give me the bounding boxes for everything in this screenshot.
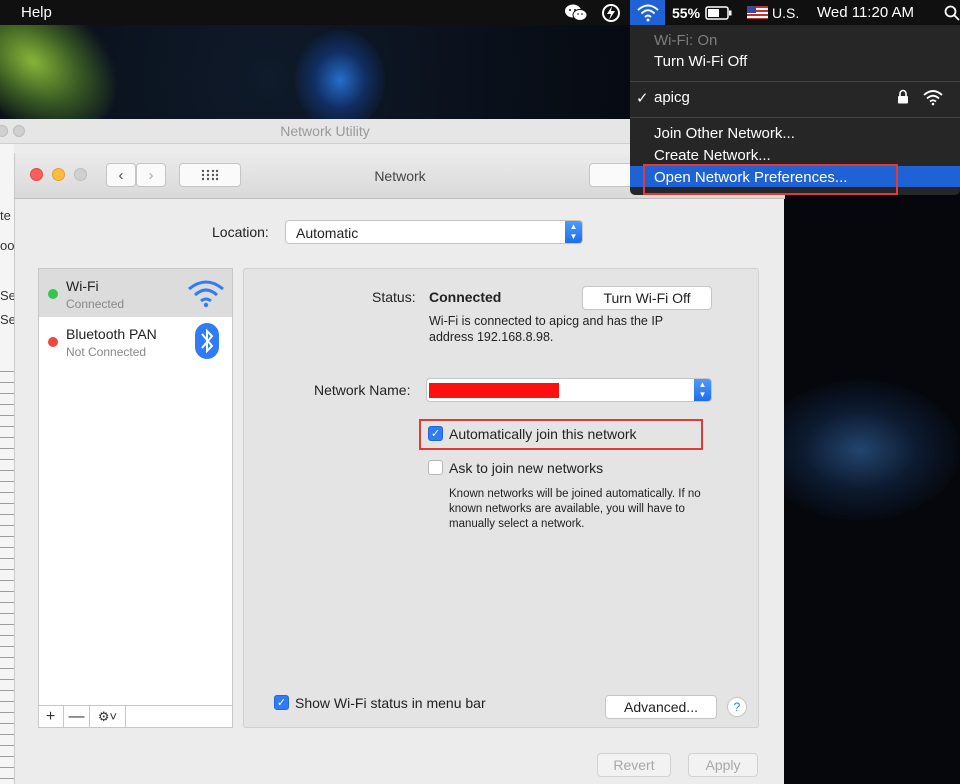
ask-join-note: Known networks will be joined automatica… — [449, 488, 701, 530]
redacted-network-name — [429, 383, 559, 398]
location-value: Automatic — [296, 225, 359, 241]
turn-wifi-off-item[interactable]: Turn Wi-Fi Off — [654, 53, 747, 70]
menu-clock[interactable]: Wed 11:20 AM — [817, 0, 914, 25]
highlight-box-open-prefs — [643, 164, 898, 195]
ask-join-label: Ask to join new networks — [449, 460, 604, 476]
remove-service-button[interactable]: — — [64, 706, 90, 728]
help-button[interactable]: ? — [727, 697, 747, 717]
service-list: Wi-Fi Connected Bluetooth PAN Not Connec… — [38, 268, 233, 728]
status-description: Wi-Fi is connected to apicg and has the … — [429, 314, 663, 344]
us-flag-icon[interactable] — [747, 0, 768, 25]
service-name: Bluetooth PAN — [66, 326, 157, 342]
input-source[interactable]: U.S. — [772, 0, 799, 25]
add-service-button[interactable]: + — [38, 706, 64, 728]
bolt-icon[interactable] — [600, 0, 622, 25]
turn-wifi-off-button[interactable]: Turn Wi-Fi Off — [582, 286, 712, 310]
select-stepper-icon: ▲ ▼ — [565, 221, 582, 243]
network-utility-title: Network Utility — [280, 123, 370, 139]
service-actions-button[interactable]: ⚙˅ — [90, 706, 126, 728]
wifi-status-item: Wi-Fi: On — [654, 32, 718, 49]
checkmark-icon: ✓ — [636, 90, 649, 107]
select-stepper-icon: ▲ ▼ — [694, 379, 711, 401]
show-status-label: Show Wi-Fi status in menu bar — [295, 695, 486, 711]
service-name: Wi-Fi — [66, 278, 99, 294]
network-item-apicg[interactable]: apicg — [654, 89, 690, 106]
bg-fragment-1: te — [0, 208, 11, 223]
network-preferences-window: ‹ › Network Location: Automatic ▲ ▼ Wi-Fi… — [14, 153, 789, 784]
menu-bar: Help 55% U.S. Wed 11:20 AM — [0, 0, 960, 25]
network-name-label: Network Name: — [314, 382, 411, 398]
status-dot-red — [48, 337, 58, 347]
wifi-menu-extra[interactable] — [630, 0, 665, 25]
show-status-checkbox[interactable]: ✓ — [274, 695, 289, 710]
gear-icon: ⚙˅ — [97, 709, 118, 724]
location-select[interactable]: Automatic ▲ ▼ — [285, 220, 583, 244]
wechat-icon[interactable] — [564, 0, 588, 25]
service-status: Connected — [66, 297, 125, 311]
battery-percent[interactable]: 55% — [672, 0, 700, 25]
service-item-wifi[interactable]: Wi-Fi Connected — [39, 269, 232, 317]
network-name-select[interactable]: ▲ ▼ — [426, 378, 712, 402]
spotlight-search-icon[interactable] — [944, 0, 960, 25]
network-utility-titlebar: Network Utility — [0, 119, 650, 144]
wifi-icon — [188, 280, 224, 308]
bluetooth-icon — [195, 323, 219, 359]
wallpaper-nebula-blue — [295, 30, 385, 130]
wifi-signal-icon — [923, 90, 943, 106]
network-utility-left-edge: te oo Se Se — [0, 144, 14, 784]
highlight-box-auto-join — [419, 419, 703, 450]
location-label: Location: — [212, 224, 269, 240]
lock-icon — [898, 89, 908, 104]
status-dot-green — [48, 289, 58, 299]
revert-button[interactable]: Revert — [597, 753, 671, 777]
wifi-icon — [637, 4, 659, 22]
service-list-toolbar: + — ⚙˅ — [38, 705, 233, 728]
wifi-settings-panel: Status: Connected Turn Wi-Fi Off Wi-Fi i… — [243, 268, 759, 728]
service-item-bluetooth-pan[interactable]: Bluetooth PAN Not Connected — [39, 317, 232, 365]
bg-dotted-text — [0, 364, 14, 784]
menu-separator — [630, 81, 960, 82]
bg-fragment-2: oo — [0, 238, 14, 253]
battery-icon[interactable] — [705, 0, 733, 25]
join-other-network-item[interactable]: Join Other Network... — [654, 125, 795, 142]
advanced-button[interactable]: Advanced... — [605, 695, 717, 719]
status-label: Status: — [372, 289, 416, 305]
ask-join-checkbox[interactable] — [428, 460, 443, 475]
service-status: Not Connected — [66, 345, 147, 359]
create-network-item[interactable]: Create Network... — [654, 147, 771, 164]
apply-button[interactable]: Apply — [688, 753, 758, 777]
bg-fragment-4: Se — [0, 312, 14, 327]
menu-separator — [630, 117, 960, 118]
wallpaper-nebula-blue-right — [760, 380, 960, 520]
bg-fragment-3: Se — [0, 288, 14, 303]
menu-help[interactable]: Help — [21, 4, 52, 21]
status-value: Connected — [429, 289, 502, 305]
